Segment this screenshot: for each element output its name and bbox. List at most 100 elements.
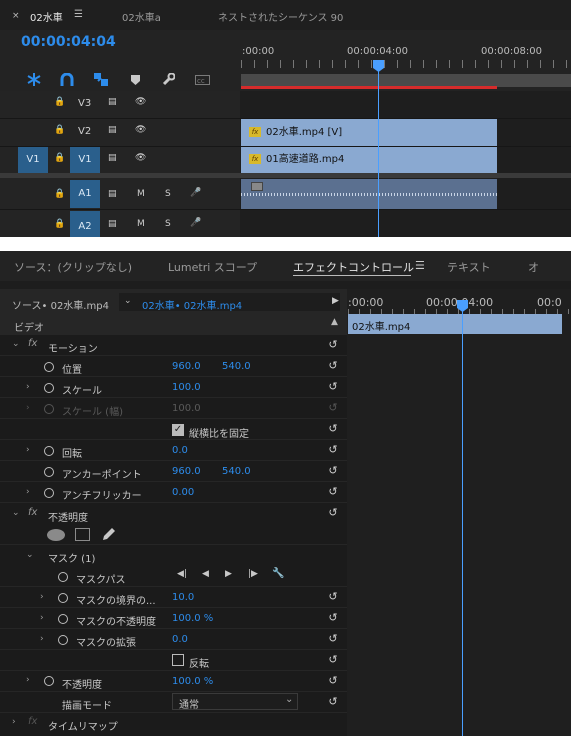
tab-lumetri-scopes[interactable]: Lumetri スコープ xyxy=(168,259,257,275)
track-target-v1[interactable]: V1 xyxy=(70,147,100,173)
lock-icon[interactable]: 🔒 xyxy=(54,125,65,135)
wrench-icon[interactable]: 🔧 xyxy=(272,568,284,579)
stopwatch-icon[interactable] xyxy=(44,467,54,477)
ruler-ticks[interactable] xyxy=(241,60,571,68)
chevron-right-icon[interactable]: › xyxy=(12,717,16,727)
position-y-value[interactable]: 540.0 xyxy=(222,361,251,372)
scale-value[interactable]: 100.0 xyxy=(172,382,201,393)
stopwatch-icon[interactable] xyxy=(58,614,68,624)
stopwatch-icon[interactable] xyxy=(44,446,54,456)
lock-icon[interactable]: 🔒 xyxy=(54,219,65,229)
reset-icon[interactable]: ↺ xyxy=(326,507,340,519)
effects-clip-bar[interactable]: 02水車.mp4 xyxy=(348,314,562,334)
eye-icon[interactable]: 👁 xyxy=(135,125,146,135)
chevron-right-icon[interactable]: › xyxy=(40,634,44,644)
track-target-v2[interactable]: V2 xyxy=(78,126,91,137)
chevron-down-icon[interactable]: ⌄ xyxy=(124,296,132,306)
uniform-scale-checkbox[interactable]: ✓ xyxy=(172,424,184,436)
reset-icon[interactable]: ↺ xyxy=(326,675,340,687)
tab-overflow[interactable]: オ xyxy=(528,259,539,275)
microphone-icon[interactable]: 🎤 xyxy=(190,218,201,228)
track-forward-one-button[interactable]: |▶ xyxy=(248,569,258,579)
snap-icon[interactable] xyxy=(27,73,41,86)
sync-lock-icon[interactable]: ▤ xyxy=(108,189,117,199)
chevron-down-icon[interactable]: ⌄ xyxy=(12,339,20,349)
chevron-right-icon[interactable]: › xyxy=(26,487,30,497)
position-x-value[interactable]: 960.0 xyxy=(172,361,201,372)
fx-badge[interactable]: fx xyxy=(249,154,261,164)
playhead-handle[interactable] xyxy=(373,60,384,72)
reset-icon[interactable]: ↺ xyxy=(326,633,340,645)
mute-button[interactable]: M xyxy=(137,219,145,229)
va-divider[interactable] xyxy=(0,173,571,178)
stopwatch-icon[interactable] xyxy=(58,572,68,582)
lock-icon[interactable]: 🔒 xyxy=(54,153,65,163)
chevron-right-icon[interactable]: › xyxy=(26,445,30,455)
track-backward-button[interactable]: ◀ xyxy=(202,569,209,579)
tab-source[interactable]: ソース：(クリップなし) xyxy=(14,259,132,275)
tab-02suisha[interactable]: 02水車 xyxy=(30,9,63,24)
reset-icon[interactable]: ↺ xyxy=(326,444,340,456)
reset-icon[interactable]: ↺ xyxy=(326,696,340,708)
clip-v2[interactable]: fx 02水車.mp4 [V] xyxy=(241,119,497,146)
marker-icon[interactable] xyxy=(131,75,140,85)
stopwatch-icon[interactable] xyxy=(44,488,54,498)
solo-button[interactable]: S xyxy=(165,189,171,199)
reset-icon[interactable]: ↺ xyxy=(326,486,340,498)
sync-lock-icon[interactable]: ▤ xyxy=(108,219,117,229)
source-patch-v1[interactable]: V1 xyxy=(18,147,48,173)
menu-icon[interactable]: ☰ xyxy=(415,259,425,272)
playhead-line[interactable] xyxy=(378,62,379,237)
fx-badge[interactable] xyxy=(251,182,263,191)
reset-icon[interactable]: ↺ xyxy=(326,654,340,666)
playhead-line[interactable] xyxy=(462,303,463,736)
play-only-icon[interactable]: ▶ xyxy=(332,296,339,306)
mask-expansion-value[interactable]: 0.0 xyxy=(172,634,188,645)
captions-icon[interactable]: cc xyxy=(195,75,210,85)
tab-nested-sequence[interactable]: ネストされたシーケンス 90 xyxy=(218,9,343,24)
eye-icon[interactable]: 👁 xyxy=(135,153,146,163)
fx-toggle[interactable]: fx xyxy=(28,507,37,518)
sync-lock-icon[interactable]: ▤ xyxy=(108,97,117,107)
chevron-right-icon[interactable]: › xyxy=(26,675,30,685)
opacity-value[interactable]: 100.0 % xyxy=(172,676,213,687)
chevron-down-icon[interactable]: ⌄ xyxy=(12,508,20,518)
sync-lock-icon[interactable]: ▤ xyxy=(108,125,117,135)
stopwatch-icon[interactable] xyxy=(44,383,54,393)
clip-v1[interactable]: fx 01高速道路.mp4 xyxy=(241,147,497,173)
wrench-icon[interactable] xyxy=(162,73,175,86)
tab-effect-controls[interactable]: エフェクトコントロール xyxy=(293,259,414,275)
reset-icon[interactable]: ↺ xyxy=(326,591,340,603)
track-backward-one-button[interactable]: ◀| xyxy=(177,569,187,579)
stopwatch-icon[interactable] xyxy=(58,593,68,603)
reset-icon[interactable]: ↺ xyxy=(326,381,340,393)
chevron-down-icon[interactable]: ⌄ xyxy=(26,550,34,560)
inverted-checkbox[interactable] xyxy=(172,654,184,666)
blend-mode-select[interactable]: 通常 ⌄ xyxy=(172,693,298,711)
antiflicker-value[interactable]: 0.00 xyxy=(172,487,194,498)
solo-button[interactable]: S xyxy=(165,219,171,229)
mask-feather-value[interactable]: 10.0 xyxy=(172,592,194,603)
stopwatch-icon[interactable] xyxy=(58,635,68,645)
pen-mask-icon[interactable] xyxy=(101,526,117,542)
chevron-right-icon[interactable]: › xyxy=(26,382,30,392)
eye-icon[interactable]: 👁 xyxy=(135,97,146,107)
playhead-handle[interactable] xyxy=(457,300,468,312)
ellipse-mask-icon[interactable] xyxy=(47,529,65,541)
microphone-icon[interactable]: 🎤 xyxy=(190,188,201,198)
stopwatch-icon[interactable] xyxy=(44,676,54,686)
track-forward-button[interactable]: ▶ xyxy=(225,569,232,579)
menu-icon[interactable]: ☰ xyxy=(74,9,83,20)
lock-icon[interactable]: 🔒 xyxy=(54,189,65,199)
timecode-display[interactable]: 00:00:04:04 xyxy=(21,34,116,50)
add-marker-icon[interactable] xyxy=(94,73,108,86)
collapse-icon[interactable]: ▲ xyxy=(331,317,338,327)
tab-text[interactable]: テキスト xyxy=(447,259,491,275)
fx-badge[interactable]: fx xyxy=(249,127,261,137)
track-target-a2[interactable]: A2 xyxy=(70,211,100,237)
reset-icon[interactable]: ↺ xyxy=(326,339,340,351)
clip-a1[interactable] xyxy=(241,179,497,209)
linked-selection-icon[interactable] xyxy=(60,73,74,86)
tab-02suisha-a[interactable]: 02水車a xyxy=(122,9,161,24)
reset-icon[interactable]: ↺ xyxy=(326,465,340,477)
